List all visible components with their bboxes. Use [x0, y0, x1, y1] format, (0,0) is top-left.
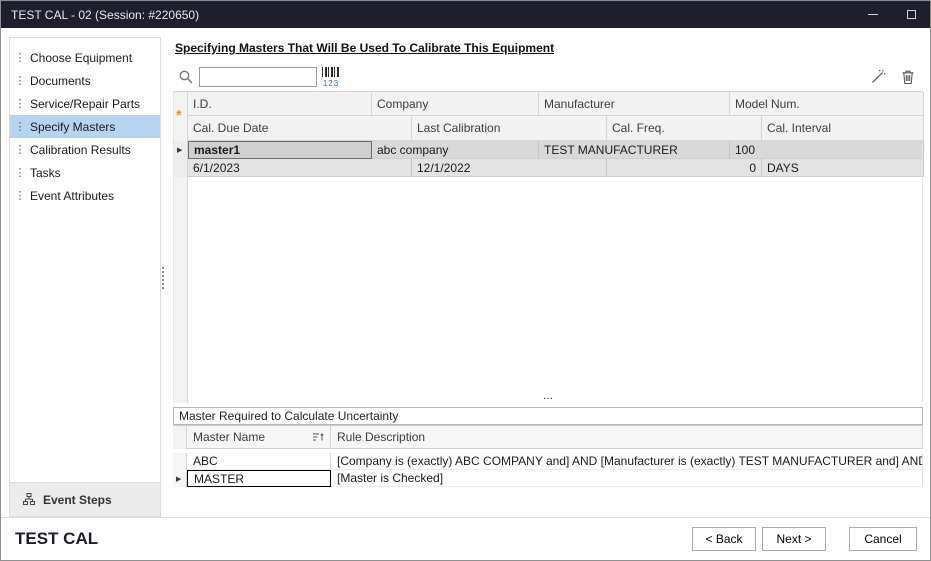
wand-icon[interactable]: [870, 69, 886, 85]
grid-band-row-1: I.D. Company Manufacturer Model Num.: [174, 92, 922, 116]
row-indicator-header: [173, 426, 187, 449]
toolbar-right-icons: [870, 69, 923, 85]
page-title: Specifying Masters That Will Be Used To …: [175, 41, 923, 55]
column-header-rule-description[interactable]: Rule Description: [331, 426, 923, 449]
cell-company[interactable]: abc company: [372, 141, 539, 159]
drag-dots-icon: [10, 74, 30, 87]
row-indicator-header: [174, 92, 188, 116]
cell-rule-description[interactable]: [Company is (exactly) ABC COMPANY and] A…: [331, 453, 923, 470]
column-header-last-calibration[interactable]: Last Calibration: [412, 116, 607, 141]
cell-model-num[interactable]: 100: [730, 141, 924, 159]
uncertainty-section-title: Master Required to Calculate Uncertainty: [173, 407, 923, 425]
title-bar: TEST CAL - 02 (Session: #220650): [1, 1, 930, 28]
grid-band-row-2: Cal. Due Date Last Calibration Cal. Freq…: [174, 116, 922, 141]
window-title: TEST CAL - 02 (Session: #220650): [11, 8, 199, 22]
cell-master-name[interactable]: ABC: [187, 453, 331, 470]
grid-toolbar: 123: [173, 62, 923, 92]
row-indicator: [173, 453, 187, 470]
event-steps-button[interactable]: Event Steps: [10, 482, 160, 516]
drag-dots-icon: [10, 51, 30, 64]
sidebar-item-tasks[interactable]: Tasks: [10, 161, 160, 184]
sidebar-item-label: Event Attributes: [30, 189, 114, 203]
table-row[interactable]: master1 abc company TEST MANUFACTURER 10…: [174, 141, 922, 159]
sidebar-item-label: Service/Repair Parts: [30, 97, 140, 111]
sidebar-item-service-repair-parts[interactable]: Service/Repair Parts: [10, 92, 160, 115]
drag-dots-icon: [10, 189, 30, 202]
maximize-icon: [907, 10, 916, 19]
column-header-company[interactable]: Company: [372, 92, 539, 116]
cell-cal-due-date[interactable]: 6/1/2023: [188, 159, 412, 177]
sidebar-item-label: Specify Masters: [30, 120, 115, 134]
grid-empty-area: [174, 177, 922, 403]
minimize-button[interactable]: [854, 1, 892, 28]
sidebar-item-calibration-results[interactable]: Calibration Results: [10, 138, 160, 161]
event-steps-label: Event Steps: [43, 493, 112, 507]
footer-buttons: < Back Next > Cancel: [692, 527, 917, 551]
table-row[interactable]: MASTER [Master is Checked]: [173, 470, 923, 487]
sitemap-icon: [22, 493, 36, 506]
barcode-label: 123: [319, 79, 343, 88]
sidebar-item-documents[interactable]: Documents: [10, 69, 160, 92]
cell-last-calibration[interactable]: 12/1/2022: [412, 159, 607, 177]
maximize-button[interactable]: [892, 1, 930, 28]
new-row-marker-icon: [176, 107, 182, 124]
column-header-cal-interval[interactable]: Cal. Interval: [762, 116, 924, 141]
drag-dots-icon: [10, 166, 30, 179]
column-header-master-name[interactable]: Master Name: [187, 426, 331, 449]
column-header-cal-freq[interactable]: Cal. Freq.: [607, 116, 762, 141]
sidebar-item-specify-masters[interactable]: Specify Masters: [10, 115, 160, 138]
cell-manufacturer[interactable]: TEST MANUFACTURER: [539, 141, 730, 159]
cell-rule-description[interactable]: [Master is Checked]: [331, 470, 923, 487]
uncertainty-header-row: Master Name Rule Description: [173, 425, 923, 449]
minimize-icon: [868, 14, 878, 15]
cancel-button[interactable]: Cancel: [849, 527, 917, 551]
master-name-header-label: Master Name: [193, 430, 265, 444]
uncertainty-grid: Master Name Rule Description ABC [Compan…: [173, 425, 923, 487]
master-name-editor-cell[interactable]: MASTER: [187, 470, 331, 487]
back-button[interactable]: < Back: [692, 527, 756, 551]
barcode-bars: [322, 67, 340, 77]
sidebar-item-label: Calibration Results: [30, 143, 131, 157]
main-panel: Specifying Masters That Will Be Used To …: [173, 37, 923, 519]
app-name: TEST CAL: [15, 529, 98, 549]
drag-dots-icon: [10, 97, 30, 110]
table-row[interactable]: ABC [Company is (exactly) ABC COMPANY an…: [173, 453, 923, 470]
next-button[interactable]: Next >: [762, 527, 826, 551]
masters-grid: I.D. Company Manufacturer Model Num. Cal…: [173, 91, 923, 403]
column-header-id[interactable]: I.D.: [188, 92, 372, 116]
step-list: Choose Equipment Documents Service/Repai…: [10, 38, 160, 207]
column-header-model-num[interactable]: Model Num.: [730, 92, 924, 116]
current-row-indicator: [174, 141, 188, 159]
barcode-scan-icon[interactable]: 123: [319, 66, 343, 88]
delete-icon[interactable]: [901, 69, 915, 85]
table-row[interactable]: 6/1/2023 12/1/2022 0 DAYS: [174, 159, 922, 177]
current-row-indicator: [173, 470, 187, 487]
wizard-step-sidebar: Choose Equipment Documents Service/Repai…: [9, 37, 161, 517]
splitter-handle[interactable]: [162, 267, 166, 289]
sidebar-item-event-attributes[interactable]: Event Attributes: [10, 184, 160, 207]
sidebar-item-label: Choose Equipment: [30, 51, 132, 65]
cell-cal-freq[interactable]: 0: [607, 159, 762, 177]
cell-cal-interval[interactable]: DAYS: [762, 159, 924, 177]
search-icon[interactable]: [173, 69, 199, 86]
sidebar-item-label: Documents: [30, 74, 91, 88]
column-header-cal-due-date[interactable]: Cal. Due Date: [188, 116, 412, 141]
sidebar-item-choose-equipment[interactable]: Choose Equipment: [10, 46, 160, 69]
app-window: TEST CAL - 02 (Session: #220650) Choose …: [0, 0, 931, 561]
footer-bar: TEST CAL < Back Next > Cancel: [1, 517, 930, 560]
sidebar-item-label: Tasks: [30, 166, 61, 180]
row-indicator: [174, 159, 188, 177]
cell-id[interactable]: master1: [188, 141, 372, 159]
row-indicator-strip: [174, 177, 188, 403]
window-controls: [854, 1, 930, 28]
search-input[interactable]: [199, 67, 317, 87]
drag-dots-icon: [10, 120, 30, 133]
column-header-manufacturer[interactable]: Manufacturer: [539, 92, 730, 116]
drag-dots-icon: [10, 143, 30, 156]
sort-ascending-icon: [312, 431, 324, 443]
